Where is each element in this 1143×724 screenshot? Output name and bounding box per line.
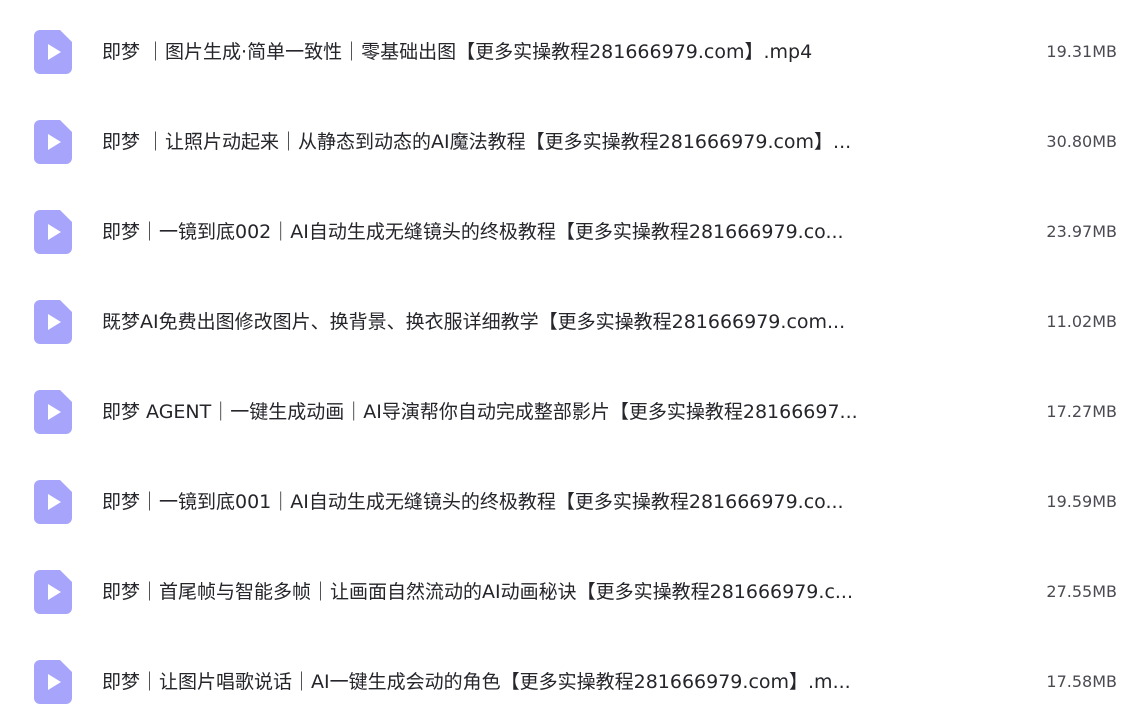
file-name: 即梦 AGENT｜一键生成动画｜AI导演帮你自动完成整部影片【更多实操教程281… bbox=[102, 401, 858, 423]
file-size: 30.80MB bbox=[1046, 132, 1117, 151]
file-row[interactable]: 即梦｜一镜到底001｜AI自动生成无缝镜头的终极教程【更多实操教程2816669… bbox=[0, 454, 1143, 544]
file-size: 27.55MB bbox=[1046, 582, 1117, 601]
file-row[interactable]: 即梦 ｜图片生成·简单一致性｜零基础出图【更多实操教程281666979.com… bbox=[0, 4, 1143, 94]
file-size: 17.27MB bbox=[1046, 402, 1117, 421]
video-file-icon bbox=[34, 660, 72, 704]
file-size: 19.31MB bbox=[1046, 42, 1117, 61]
file-size: 11.02MB bbox=[1046, 312, 1117, 331]
file-name: 即梦 ｜图片生成·简单一致性｜零基础出图【更多实操教程281666979.com… bbox=[102, 41, 813, 63]
file-name: 即梦｜一镜到底001｜AI自动生成无缝镜头的终极教程【更多实操教程2816669… bbox=[102, 491, 844, 513]
file-row[interactable]: 即梦 AGENT｜一键生成动画｜AI导演帮你自动完成整部影片【更多实操教程281… bbox=[0, 364, 1143, 454]
file-name: 即梦｜让图片唱歌说话｜AI一键生成会动的角色【更多实操教程281666979.c… bbox=[102, 671, 851, 693]
video-file-icon bbox=[34, 570, 72, 614]
file-size: 19.59MB bbox=[1046, 492, 1117, 511]
video-file-icon bbox=[34, 480, 72, 524]
file-row[interactable]: 即梦｜让图片唱歌说话｜AI一键生成会动的角色【更多实操教程281666979.c… bbox=[0, 634, 1143, 724]
file-size: 17.58MB bbox=[1046, 672, 1117, 691]
file-row[interactable]: 既梦AI免费出图修改图片、换背景、换衣服详细教学【更多实操教程281666979… bbox=[0, 274, 1143, 364]
video-file-icon bbox=[34, 300, 72, 344]
video-file-icon bbox=[34, 210, 72, 254]
file-row[interactable]: 即梦｜一镜到底002｜AI自动生成无缝镜头的终极教程【更多实操教程2816669… bbox=[0, 184, 1143, 274]
video-file-icon bbox=[34, 30, 72, 74]
file-name: 既梦AI免费出图修改图片、换背景、换衣服详细教学【更多实操教程281666979… bbox=[102, 311, 846, 333]
file-name: 即梦｜一镜到底002｜AI自动生成无缝镜头的终极教程【更多实操教程2816669… bbox=[102, 221, 844, 243]
file-row[interactable]: 即梦｜首尾帧与智能多帧｜让画面自然流动的AI动画秘诀【更多实操教程2816669… bbox=[0, 544, 1143, 634]
video-file-icon bbox=[34, 390, 72, 434]
file-name: 即梦 ｜让照片动起来｜从静态到动态的AI魔法教程【更多实操教程281666979… bbox=[102, 131, 852, 153]
file-row[interactable]: 即梦 ｜让照片动起来｜从静态到动态的AI魔法教程【更多实操教程281666979… bbox=[0, 94, 1143, 184]
video-file-icon bbox=[34, 120, 72, 164]
file-size: 23.97MB bbox=[1046, 222, 1117, 241]
file-list: 即梦 ｜图片生成·简单一致性｜零基础出图【更多实操教程281666979.com… bbox=[0, 0, 1143, 709]
file-name: 即梦｜首尾帧与智能多帧｜让画面自然流动的AI动画秘诀【更多实操教程2816669… bbox=[102, 581, 854, 603]
